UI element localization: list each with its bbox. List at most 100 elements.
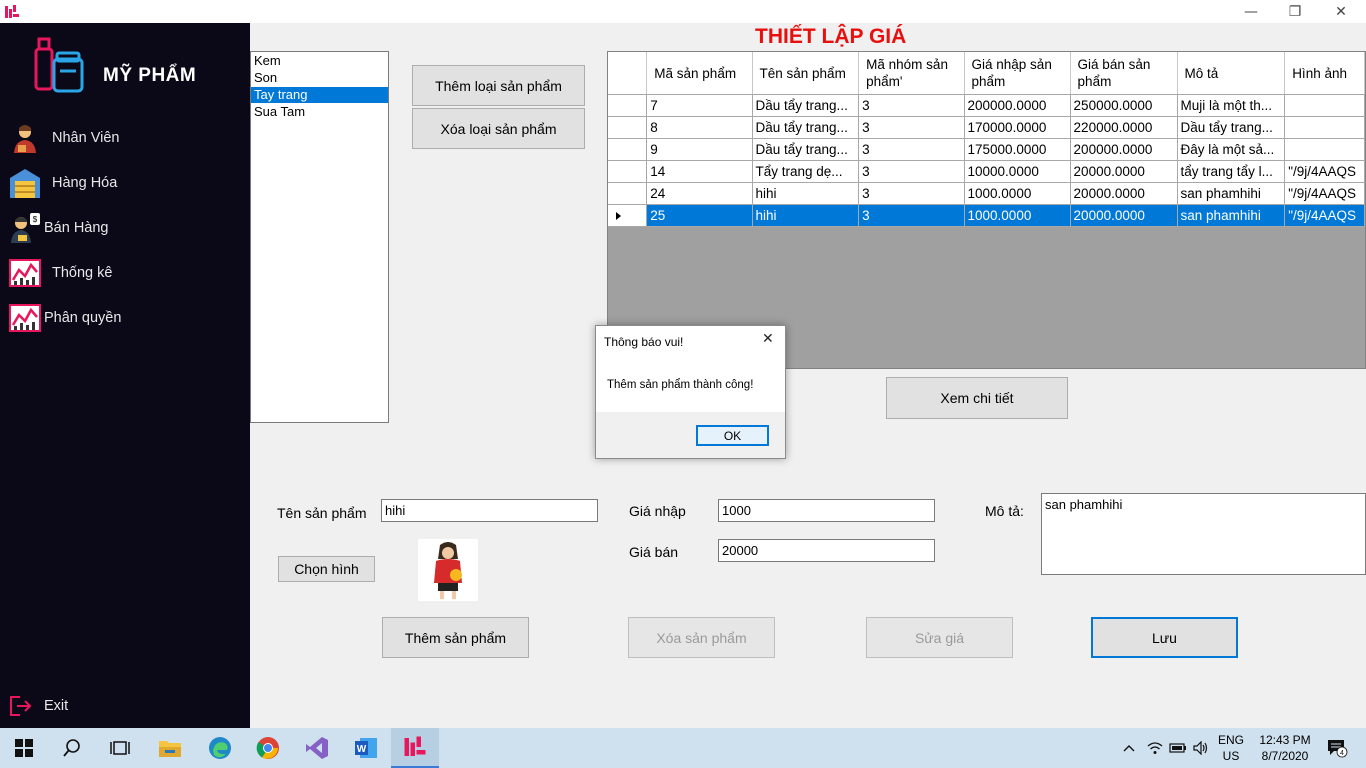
import-price-input[interactable] [718, 499, 935, 522]
table-cell[interactable]: Dầu tẩy trang... [1177, 116, 1286, 139]
table-row[interactable]: 14 Tẩy trang dẹ... 3 10000.0000 20000.0000 tẩ… [608, 160, 1365, 183]
table-cell[interactable]: 20000.0000 [1070, 160, 1178, 183]
table-cell[interactable]: Tẩy trang dẹ... [752, 160, 860, 183]
table-cell[interactable]: 200000.0000 [964, 94, 1071, 117]
sidebar-item-staff[interactable]: Nhân Viên [8, 118, 243, 158]
dialog-close-icon[interactable]: ✕ [762, 331, 774, 347]
sidebar-item-permissions[interactable]: Phân quyền [8, 298, 243, 338]
table-cell[interactable]: 1000.0000 [964, 182, 1071, 205]
table-cell[interactable] [1284, 138, 1365, 161]
table-cell[interactable]: 25 [646, 204, 753, 227]
table-cell[interactable]: 8 [646, 116, 753, 139]
row-header[interactable] [608, 182, 648, 205]
sidebar-item-statistics[interactable]: Thống kê [8, 253, 243, 293]
view-details-button[interactable]: Xem chi tiết [886, 377, 1068, 419]
table-cell[interactable]: 3 [858, 182, 965, 205]
table-cell[interactable]: 175000.0000 [964, 138, 1071, 161]
column-header[interactable]: Mã sản phẩm [646, 52, 753, 95]
file-explorer-button[interactable] [146, 728, 194, 768]
table-cell[interactable]: 3 [858, 160, 965, 183]
table-cell[interactable] [1284, 94, 1365, 117]
table-cell[interactable]: 1000.0000 [964, 204, 1071, 227]
table-cell[interactable]: 9 [646, 138, 753, 161]
volume-button[interactable] [1190, 728, 1212, 768]
column-header[interactable]: Tên sản phẩm [752, 52, 860, 95]
table-row[interactable]: 9 Dầu tẩy trang... 3 175000.0000 200000.0000… [608, 138, 1365, 161]
column-header[interactable]: Mô tả [1177, 52, 1286, 95]
row-header[interactable] [608, 160, 648, 183]
table-cell[interactable]: Dầu tẩy trang... [752, 116, 860, 139]
row-header[interactable] [608, 204, 648, 227]
start-button[interactable] [0, 728, 48, 768]
table-cell[interactable]: hihi [752, 182, 860, 205]
action-center-button[interactable]: 4 [1320, 728, 1354, 768]
input-language-button[interactable]: ENG US [1214, 732, 1248, 764]
sale-price-input[interactable] [718, 539, 935, 562]
list-item[interactable]: Son [251, 70, 388, 86]
table-cell[interactable]: 20000.0000 [1070, 182, 1178, 205]
add-product-button[interactable]: Thêm sản phẩm [382, 617, 529, 658]
table-cell[interactable]: Dầu tẩy trang... [752, 94, 860, 117]
edit-price-button[interactable]: Sửa giá [866, 617, 1013, 658]
table-cell[interactable]: 20000.0000 [1070, 204, 1178, 227]
exit-button[interactable]: Exit [8, 691, 68, 721]
table-cell[interactable]: "/9j/4AAQS [1284, 160, 1365, 183]
table-cell[interactable]: hihi [752, 204, 860, 227]
delete-category-button[interactable]: Xóa loại sản phẩm [412, 108, 585, 149]
choose-image-button[interactable]: Chọn hình [278, 556, 375, 582]
table-cell[interactable]: 14 [646, 160, 753, 183]
product-grid[interactable]: Mã sản phẩm Tên sản phẩm Mã nhóm sản phẩ… [607, 51, 1366, 369]
maximize-button[interactable]: ❐ [1272, 0, 1318, 23]
category-listbox[interactable]: Kem Son Tay trang Sua Tam [250, 51, 389, 423]
row-header[interactable] [608, 116, 648, 139]
table-row[interactable]: 8 Dầu tẩy trang... 3 170000.0000 220000.0000… [608, 116, 1365, 139]
table-cell[interactable]: tẩy trang tẩy l... [1177, 160, 1286, 183]
list-item[interactable]: Kem [251, 53, 388, 69]
table-cell[interactable]: 3 [858, 94, 965, 117]
table-cell[interactable]: 10000.0000 [964, 160, 1071, 183]
table-cell[interactable] [1284, 116, 1365, 139]
dialog-ok-button[interactable]: OK [696, 425, 769, 446]
table-cell[interactable]: Đây là một sả... [1177, 138, 1286, 161]
column-header[interactable]: Mã nhóm sản phẩm' [858, 52, 965, 95]
table-cell[interactable]: "/9j/4AAQS [1284, 182, 1365, 205]
table-cell[interactable]: Muji là một th... [1177, 94, 1286, 117]
edge-button[interactable] [196, 728, 244, 768]
table-cell[interactable]: 7 [646, 94, 753, 117]
row-header[interactable] [608, 94, 648, 117]
table-cell[interactable]: Dầu tẩy trang... [752, 138, 860, 161]
save-button[interactable]: Lưu [1091, 617, 1238, 658]
table-cell[interactable]: san phamhihi [1177, 182, 1286, 205]
table-cell[interactable]: 250000.0000 [1070, 94, 1178, 117]
table-cell[interactable]: 220000.0000 [1070, 116, 1178, 139]
product-name-input[interactable] [381, 499, 598, 522]
sidebar-item-sales[interactable]: $ Bán Hàng [8, 208, 243, 248]
battery-button[interactable] [1167, 728, 1189, 768]
add-category-button[interactable]: Thêm loại sản phẩm [412, 65, 585, 106]
list-item[interactable]: Sua Tam [251, 104, 388, 120]
table-row[interactable]: 24 hihi 3 1000.0000 20000.0000 san phamhihi "/… [608, 182, 1365, 205]
table-cell[interactable]: "/9j/4AAQS [1284, 204, 1365, 227]
network-button[interactable] [1144, 728, 1166, 768]
table-cell[interactable]: 170000.0000 [964, 116, 1071, 139]
table-cell[interactable]: 3 [858, 138, 965, 161]
table-row[interactable]: 25 hihi 3 1000.0000 20000.0000 san phamhihi "/… [608, 204, 1365, 227]
table-row[interactable]: 7 Dầu tẩy trang... 3 200000.0000 250000.0000… [608, 94, 1365, 117]
search-button[interactable] [48, 728, 96, 768]
clock-button[interactable]: 12:43 PM 8/7/2020 [1252, 732, 1318, 764]
table-cell[interactable]: 200000.0000 [1070, 138, 1178, 161]
word-button[interactable]: W [342, 728, 390, 768]
column-header[interactable]: Giá bán sản phẩm [1070, 52, 1178, 95]
minimize-button[interactable]: — [1228, 0, 1274, 23]
visual-studio-button[interactable] [293, 728, 341, 768]
column-header[interactable]: Giá nhập sản phẩm [964, 52, 1071, 95]
sidebar-item-goods[interactable]: Hàng Hóa [8, 163, 243, 203]
task-view-button[interactable] [96, 728, 144, 768]
app-taskbar-button[interactable] [391, 728, 439, 768]
delete-product-button[interactable]: Xóa sản phẩm [628, 617, 775, 658]
table-cell[interactable]: san phamhihi [1177, 204, 1286, 227]
row-header[interactable] [608, 138, 648, 161]
description-textarea[interactable]: san phamhihi [1041, 493, 1366, 575]
show-hidden-icons-button[interactable] [1120, 728, 1138, 768]
column-header[interactable]: Hình ảnh [1284, 52, 1365, 95]
